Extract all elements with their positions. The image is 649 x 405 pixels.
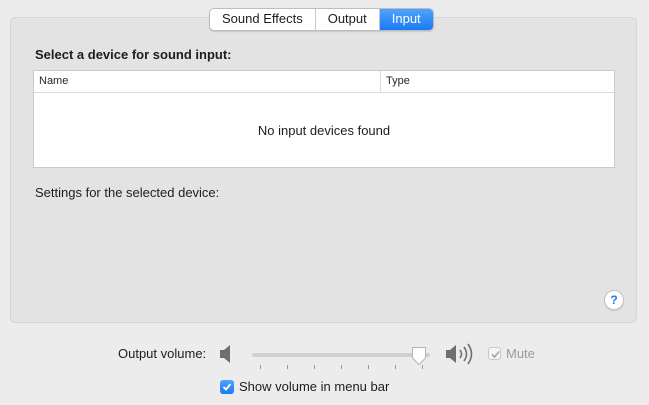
show-volume-menubar-label: Show volume in menu bar	[239, 379, 390, 394]
volume-slider-tick	[368, 365, 369, 369]
column-header-name[interactable]: Name	[34, 71, 381, 92]
volume-slider-tick	[314, 365, 315, 369]
tab-bar: Sound Effects Output Input	[209, 8, 434, 31]
tab-output[interactable]: Output	[316, 9, 380, 30]
mute-checkbox[interactable]	[488, 347, 501, 360]
table-empty-message: No input devices found	[257, 123, 391, 138]
volume-slider-tick	[287, 365, 288, 369]
column-header-type[interactable]: Type	[381, 71, 614, 92]
device-table[interactable]: Name Type No input devices found	[33, 70, 615, 168]
checkmark-icon	[491, 350, 500, 359]
mute-label: Mute	[506, 346, 535, 361]
table-header: Name Type	[34, 71, 614, 93]
help-button[interactable]: ?	[604, 290, 624, 310]
speaker-high-icon	[446, 343, 473, 365]
mute-checkbox-group: Mute	[488, 346, 535, 361]
output-volume-label: Output volume:	[118, 346, 207, 361]
volume-slider-tick	[395, 365, 396, 369]
volume-slider-tick	[422, 365, 423, 369]
input-panel: Select a device for sound input: Name Ty…	[10, 17, 637, 323]
show-volume-menubar-checkbox[interactable]	[220, 379, 234, 394]
tab-input[interactable]: Input	[379, 9, 433, 30]
volume-slider-track[interactable]	[252, 353, 430, 357]
volume-slider-tick	[341, 365, 342, 369]
show-volume-menubar-row: Show volume in menu bar	[220, 379, 389, 394]
volume-slider-tick	[260, 365, 261, 369]
speaker-low-icon	[220, 345, 230, 363]
output-volume-row: Output volume: Mute	[0, 341, 649, 369]
checkmark-icon	[222, 382, 232, 391]
tab-sound-effects[interactable]: Sound Effects	[210, 9, 316, 30]
volume-slider-thumb[interactable]	[411, 346, 427, 366]
section-title: Select a device for sound input:	[35, 47, 232, 62]
settings-label: Settings for the selected device:	[35, 185, 220, 200]
